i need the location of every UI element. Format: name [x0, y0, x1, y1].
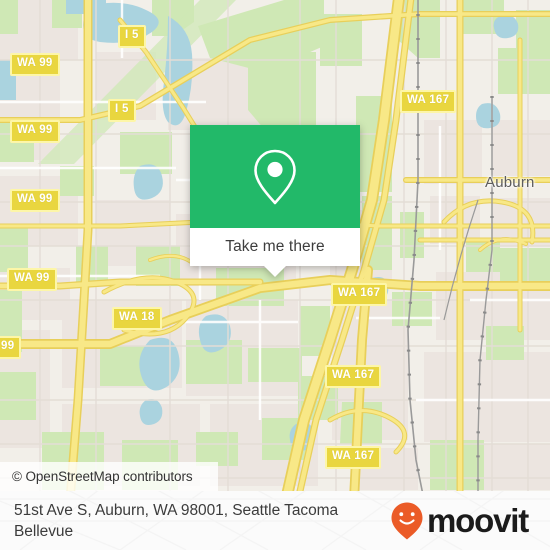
map-canvas[interactable]: Auburn I 5 WA 99 I 5 WA 99 WA 167 WA 99 WA 99 W… — [0, 0, 550, 491]
popup-pointer — [264, 266, 286, 277]
highway-shield: WA 99 — [10, 120, 60, 143]
map-attribution[interactable]: © OpenStreetMap contributors — [0, 462, 218, 491]
place-label-auburn: Auburn — [485, 174, 535, 191]
footer-bar: 51st Ave S, Auburn, WA 98001, Seattle Ta… — [0, 491, 550, 550]
footer-content: 51st Ave S, Auburn, WA 98001, Seattle Ta… — [0, 491, 550, 550]
attribution-text: © OpenStreetMap contributors — [12, 469, 193, 484]
moovit-smiley-pin-icon — [391, 502, 423, 539]
location-address: 51st Ave S, Auburn, WA 98001, Seattle Ta… — [14, 501, 339, 540]
map-screenshot-root: Auburn I 5 WA 99 I 5 WA 99 WA 167 WA 99 WA 99 W… — [0, 0, 550, 550]
highway-shield: WA 99 — [10, 189, 60, 212]
highway-shield: WA 99 — [10, 53, 60, 76]
map-pin-icon — [254, 149, 296, 204]
highway-shield: I 5 — [108, 99, 136, 122]
take-me-there-label: Take me there — [225, 238, 325, 255]
moovit-logo[interactable]: moovit — [390, 501, 538, 541]
highway-shield: WA 99 — [7, 268, 57, 291]
highway-shield: WA 18 — [112, 307, 162, 330]
moovit-wordmark: moovit — [427, 502, 529, 539]
highway-shield: 99 — [0, 336, 22, 359]
take-me-there-button[interactable]: Take me there — [190, 228, 360, 266]
highway-shield: WA 167 — [325, 365, 382, 388]
highway-shield: WA 167 — [331, 283, 388, 306]
popup-image-area — [190, 125, 360, 228]
highway-shield: WA 167 — [325, 446, 382, 469]
highway-shield: WA 167 — [400, 90, 457, 113]
location-popup[interactable]: Take me there — [190, 125, 360, 277]
highway-shield: I 5 — [118, 25, 146, 48]
